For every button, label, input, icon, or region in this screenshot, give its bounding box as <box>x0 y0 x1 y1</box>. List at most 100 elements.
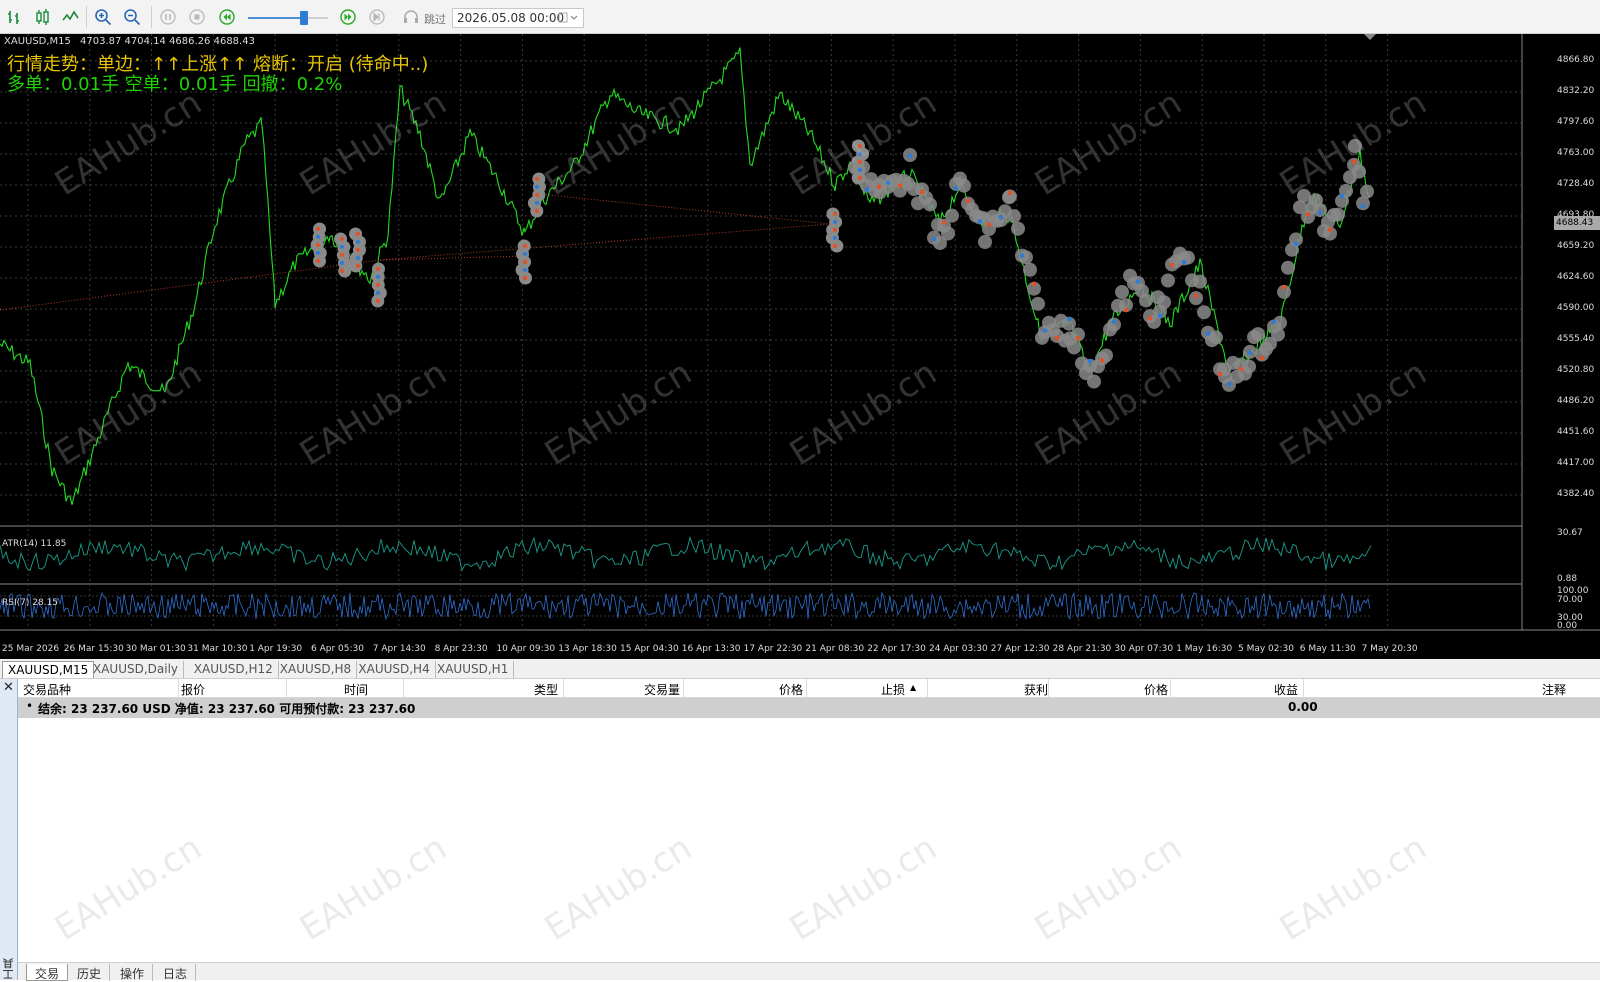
time-tick-label: 6 May 11:30 <box>1300 644 1356 654</box>
column-header[interactable]: 交易量 <box>644 681 680 698</box>
calendar-dropdown-icon[interactable] <box>558 12 580 27</box>
close-icon[interactable]: ✕ <box>3 680 14 695</box>
sell-arrow-marker <box>942 220 947 225</box>
column-divider[interactable] <box>563 679 564 698</box>
column-header[interactable]: 价格 <box>779 681 803 698</box>
trade-marker <box>1139 293 1153 307</box>
column-header[interactable]: 报价 <box>181 681 205 698</box>
trade-marker <box>1197 305 1211 319</box>
terminal-tab[interactable]: 操作 <box>112 964 153 981</box>
price-tick-label: 4590.00 <box>1557 303 1594 313</box>
balance-profit: 0.00 <box>1288 700 1318 714</box>
zoom-in-icon[interactable] <box>90 5 116 29</box>
terminal-tab[interactable]: 日志 <box>155 964 196 981</box>
column-divider[interactable] <box>1170 679 1171 698</box>
line-chart-icon[interactable] <box>58 5 84 29</box>
column-divider[interactable] <box>286 679 287 698</box>
bar-chart-icon[interactable] <box>2 5 28 29</box>
trade-marker <box>1011 222 1025 236</box>
skip-end-icon[interactable] <box>364 5 390 29</box>
price-tick-label: 4624.60 <box>1557 272 1594 282</box>
chart-tab[interactable]: XAUUSD,H4 <box>353 661 435 678</box>
time-tick-label: 22 Apr 17:30 <box>867 644 926 654</box>
trade-marker <box>1087 375 1101 389</box>
chart-tab[interactable]: XAUUSD,Daily <box>88 661 184 678</box>
trade-marker <box>1348 139 1362 153</box>
sell-arrow-marker <box>1352 159 1357 164</box>
price-tick-label: 4832.20 <box>1557 86 1594 96</box>
buy-arrow-marker <box>1361 204 1366 209</box>
zoom-out-icon[interactable] <box>119 5 145 29</box>
sell-arrow-marker <box>1260 356 1265 361</box>
trade-arrow-marker <box>376 283 380 287</box>
trade-marker <box>1360 184 1374 198</box>
price-tick-label: 4728.40 <box>1557 179 1594 189</box>
column-header[interactable]: 类型 <box>534 681 558 698</box>
trade-arrow-marker <box>316 259 320 263</box>
balance-bullet-icon: • <box>26 699 33 713</box>
column-header[interactable]: 时间 <box>344 681 368 698</box>
trade-marker <box>1023 263 1037 277</box>
column-divider[interactable] <box>806 679 807 698</box>
fast-forward-icon[interactable] <box>335 5 361 29</box>
buy-arrow-marker <box>1136 279 1141 284</box>
column-header[interactable]: 价格 <box>1144 681 1168 698</box>
column-divider[interactable] <box>927 679 928 698</box>
skip-label[interactable]: 跳过 <box>424 11 446 27</box>
chart-symbol: XAUUSD,M15 <box>4 36 71 47</box>
column-divider[interactable] <box>178 679 179 698</box>
column-header[interactable]: 收益 <box>1274 681 1298 698</box>
rewind-icon[interactable] <box>214 5 240 29</box>
column-header[interactable]: 止损 <box>881 681 905 698</box>
trade-arrow-marker <box>376 299 380 303</box>
column-header[interactable]: 获利 <box>1024 681 1048 698</box>
buy-arrow-marker <box>1182 260 1187 265</box>
trade-marker <box>978 235 992 249</box>
price-tick-label: 4555.40 <box>1557 334 1594 344</box>
trade-table-body <box>18 718 1600 962</box>
buy-arrow-marker <box>999 215 1004 220</box>
chart-tab[interactable]: XAUUSD,H8 <box>275 661 357 678</box>
buy-arrow-marker <box>865 187 870 192</box>
terminal-tab[interactable]: 交易 <box>26 964 68 981</box>
chart-tab[interactable]: XAUUSD,H12 <box>189 661 279 678</box>
terminal-tab-bar: 交易历史操作日志 <box>18 962 1600 980</box>
buy-arrow-marker <box>1088 359 1093 364</box>
trade-marker <box>1331 208 1345 222</box>
sell-arrow-marker <box>1076 336 1081 341</box>
price-tick-label: 4797.60 <box>1557 117 1594 127</box>
terminal-tab[interactable]: 历史 <box>69 964 110 981</box>
candlestick-icon[interactable] <box>30 5 56 29</box>
sell-arrow-marker <box>1239 367 1244 372</box>
trend-line <box>0 224 830 310</box>
trade-marker <box>1313 203 1327 217</box>
time-tick-label: 16 Apr 13:30 <box>682 644 741 654</box>
column-divider[interactable] <box>1303 679 1304 698</box>
column-divider[interactable] <box>1048 679 1049 698</box>
headset-icon[interactable] <box>398 5 424 29</box>
column-divider[interactable] <box>403 679 404 698</box>
trade-arrow-marker <box>858 176 862 180</box>
buy-arrow-marker <box>1272 319 1277 324</box>
trade-arrow-marker <box>340 253 344 257</box>
speed-slider-thumb[interactable] <box>300 11 308 25</box>
stop-icon[interactable] <box>184 5 210 29</box>
trade-marker <box>1007 209 1021 223</box>
trade-marker <box>1161 273 1175 287</box>
price-chart[interactable]: XAUUSD,M15 4703.87 4704.14 4686.26 4688.… <box>0 34 1600 659</box>
column-header[interactable]: 注释 <box>1542 681 1566 698</box>
chart-tab[interactable]: XAUUSD,H1 <box>432 661 514 678</box>
toolbox-side-panel: ✕ <box>0 679 18 980</box>
sell-arrow-marker <box>1282 285 1287 290</box>
column-header[interactable]: 交易品种 <box>23 681 71 698</box>
chart-tab[interactable]: XAUUSD,M15 <box>2 661 94 678</box>
trade-marker <box>957 179 971 193</box>
balance-row[interactable]: • 结余: 23 237.60 USD 净值: 23 237.60 可用预付款:… <box>18 698 1600 718</box>
trade-arrow-marker <box>356 264 360 268</box>
column-divider[interactable] <box>683 679 684 698</box>
trade-marker <box>1031 297 1045 311</box>
current-price-label: 4688.43 <box>1554 216 1600 230</box>
pause-icon[interactable] <box>155 5 181 29</box>
time-tick-label: 7 May 20:30 <box>1362 644 1418 654</box>
trade-arrow-marker <box>535 177 539 181</box>
